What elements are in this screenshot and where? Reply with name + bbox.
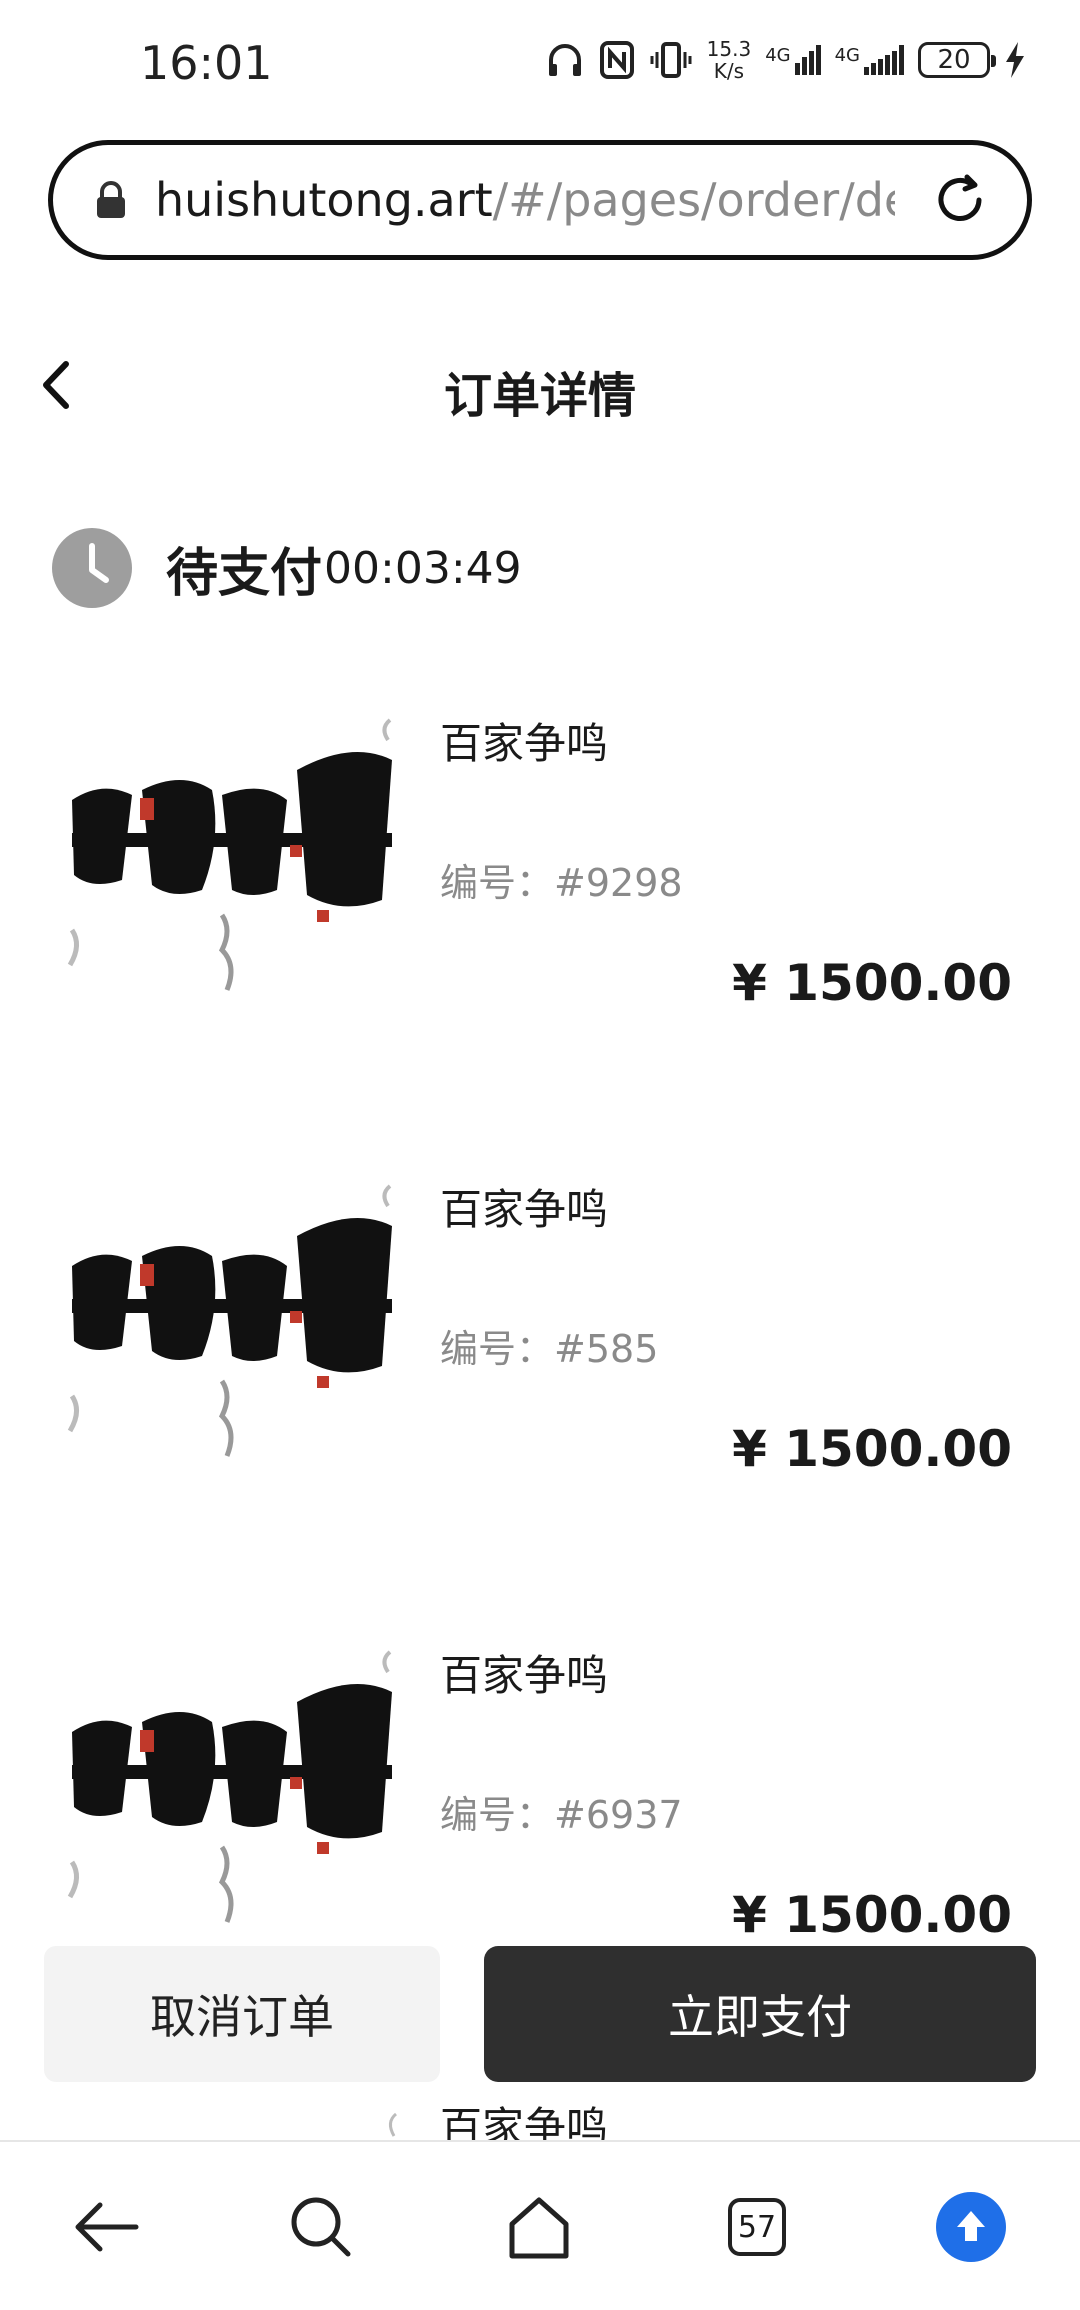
nav-home-button[interactable]: [494, 2182, 584, 2272]
url-path: /#/pages/order/det: [492, 173, 895, 227]
artwork-thumbnail-partial: [389, 2112, 398, 2137]
clock-icon: [52, 528, 132, 608]
nav-tabs-button[interactable]: 57: [712, 2182, 802, 2272]
arrow-left-icon: [75, 2202, 139, 2252]
reload-icon[interactable]: [927, 167, 993, 233]
order-action-bar: 取消订单 立即支付: [0, 1930, 1080, 2082]
item-price: ¥ 1500.00: [732, 1420, 1012, 1478]
url-text[interactable]: huishutong.art/#/pages/order/det: [155, 173, 895, 227]
address-bar[interactable]: huishutong.art/#/pages/order/det: [48, 140, 1032, 260]
item-code: 编号：#9298: [440, 861, 683, 905]
signal-strength-2: 4G: [835, 45, 904, 75]
page-title: 订单详情: [443, 368, 636, 424]
item-code: 编号：#585: [440, 1327, 659, 1371]
tabs-count: 57: [728, 2198, 786, 2256]
status-bar: 16:01 15.3 K/s 4G 4G 20: [0, 0, 1080, 130]
browser-nav-bar: 57: [0, 2140, 1080, 2310]
url-host: huishutong.art: [155, 173, 493, 227]
upload-arrow-icon: [936, 2192, 1006, 2262]
charging-icon: [1006, 42, 1024, 78]
order-status: 待支付 00:03:49: [52, 528, 522, 608]
order-item[interactable]: 百家争鸣 编号：#9298 ¥ 1500.00: [0, 700, 1080, 1030]
status-label: 待支付: [166, 543, 323, 604]
vibrate-icon: [650, 42, 692, 78]
order-item[interactable]: 百家争鸣 编号：#6937 ¥ 1500.00: [0, 1632, 1080, 1962]
battery-indicator: 20: [918, 42, 996, 78]
item-price: ¥ 1500.00: [732, 954, 1012, 1012]
artwork-thumbnail[interactable]: [62, 700, 398, 1000]
arrow-up-icon: [957, 2211, 985, 2241]
lock-icon: [97, 181, 125, 218]
net-speed: 15.3 K/s: [706, 37, 752, 83]
nav-search-button[interactable]: [276, 2182, 366, 2272]
cancel-order-button[interactable]: 取消订单: [44, 1946, 440, 2082]
artwork-thumbnail[interactable]: [62, 1166, 398, 1466]
headphones-icon: [548, 44, 581, 76]
artwork-thumbnail[interactable]: [62, 1632, 398, 1932]
nfc-icon: [599, 41, 634, 79]
item-name: 百家争鸣: [440, 1651, 609, 1700]
nav-back-button[interactable]: [62, 2182, 152, 2272]
status-icons: 15.3 K/s 4G 4G 20: [545, 38, 1026, 82]
item-name: 百家争鸣: [440, 719, 609, 768]
home-icon: [509, 2197, 569, 2259]
item-code: 编号：#6937: [440, 1793, 683, 1837]
countdown-timer: 00:03:49: [324, 542, 522, 594]
search-icon: [291, 2197, 351, 2257]
pay-now-button[interactable]: 立即支付: [484, 1946, 1036, 2082]
nav-upload-button[interactable]: [926, 2182, 1016, 2272]
order-item[interactable]: 百家争鸣 编号：#585 ¥ 1500.00: [0, 1166, 1080, 1496]
page-header: 订单详情: [0, 330, 1080, 440]
signal-strength-1: 4G: [765, 45, 821, 75]
status-time: 16:01: [140, 36, 273, 90]
item-name: 百家争鸣: [440, 1185, 609, 1234]
